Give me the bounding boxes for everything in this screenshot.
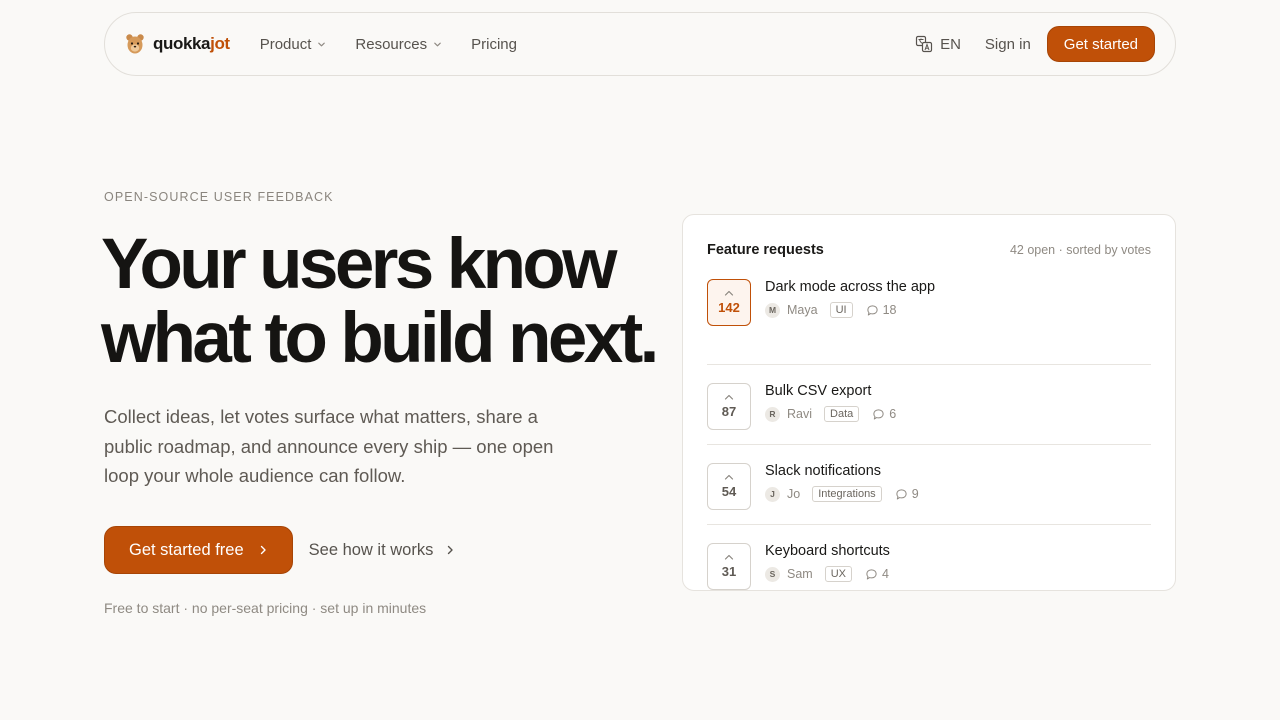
- avatar: J: [765, 486, 780, 502]
- request-title: Slack notifications: [765, 463, 882, 479]
- vote-count: 31: [721, 564, 737, 579]
- author-name: Maya: [787, 303, 818, 317]
- vote-count: 142: [718, 300, 740, 315]
- nav-item-resources[interactable]: Resources: [355, 36, 442, 53]
- comment-count-value: 6: [889, 407, 897, 421]
- request-body: Dark mode across the app M Maya UI 18: [765, 279, 935, 318]
- feature-requests-card: Feature requests 42 open · sorted by vot…: [682, 214, 1176, 591]
- language-switcher[interactable]: EN: [915, 35, 961, 53]
- request-title: Dark mode across the app: [765, 279, 936, 295]
- feature-request-item[interactable]: 87 Bulk CSV export R Ravi Data 6: [707, 365, 1151, 445]
- upvote-button[interactable]: 54: [707, 463, 751, 510]
- language-label: EN: [940, 35, 961, 53]
- get-started-free-button[interactable]: Get started free: [104, 526, 293, 574]
- translate-icon: [915, 35, 933, 53]
- author-name: Sam: [787, 567, 813, 581]
- feature-request-item[interactable]: 31 Keyboard shortcuts S Sam UX 4: [707, 525, 1151, 605]
- hero-subtitle: Collect ideas, let votes surface what ma…: [104, 406, 554, 486]
- headline-line-1: Your users know: [101, 225, 617, 304]
- category-tag: Integrations: [812, 486, 882, 502]
- vote-count: 87: [721, 404, 737, 419]
- request-meta: M Maya UI 18: [765, 302, 935, 318]
- hero-fine-print: Free to start · no per-seat pricing · se…: [104, 600, 427, 616]
- vote-count: 54: [721, 484, 737, 499]
- see-how-it-works-link[interactable]: See how it works: [309, 541, 456, 560]
- nav-item-product[interactable]: Product: [260, 36, 327, 53]
- request-body: Bulk CSV export R Ravi Data 6: [765, 383, 896, 422]
- comment-bubble-icon: [896, 488, 907, 499]
- hero-cta-row: Get started free See how it works: [104, 526, 455, 574]
- request-body: Keyboard shortcuts S Sam UX 4: [765, 543, 890, 582]
- link-label: See how it works: [308, 540, 434, 559]
- feature-request-item[interactable]: 142 Dark mode across the app M Maya UI 1…: [707, 279, 1151, 365]
- comment-count-value: 4: [881, 567, 889, 581]
- upvote-button[interactable]: 142: [707, 279, 751, 326]
- headline-line-2: what to build next.: [101, 299, 659, 378]
- nav-links: Product Resources Pricing: [260, 36, 517, 53]
- request-body: Slack notifications J Jo Integrations 9: [765, 463, 919, 502]
- get-started-button[interactable]: Get started: [1046, 26, 1155, 62]
- request-title: Keyboard shortcuts: [765, 543, 890, 559]
- chevron-down-icon: [318, 42, 326, 46]
- upvote-button[interactable]: 87: [707, 383, 751, 430]
- button-label: Get started free: [129, 540, 244, 559]
- card-header: Feature requests 42 open · sorted by vot…: [707, 215, 1151, 285]
- request-meta: J Jo Integrations 9: [765, 486, 919, 502]
- quokka-logo-icon: [126, 34, 144, 54]
- comment-count: 18: [866, 303, 897, 317]
- chevron-up-icon: [724, 554, 734, 560]
- category-tag: UI: [829, 302, 853, 318]
- category-tag: UX: [824, 566, 852, 582]
- nav-item-label: Pricing: [471, 35, 517, 53]
- author-name: Jo: [787, 487, 801, 501]
- comment-bubble-icon: [873, 408, 884, 419]
- chevron-up-icon: [724, 394, 734, 400]
- hero-headline: Your users know what to build next.: [101, 228, 681, 376]
- avatar: R: [765, 406, 780, 422]
- request-meta: R Ravi Data 6: [765, 406, 896, 422]
- hero-eyebrow: OPEN-SOURCE USER FEEDBACK: [104, 190, 334, 204]
- nav-item-label: Resources: [355, 35, 428, 53]
- chevron-right-icon: [448, 545, 454, 555]
- upvote-button[interactable]: 31: [707, 543, 751, 590]
- category-tag: Data: [824, 406, 860, 422]
- request-meta: S Sam UX 4: [765, 566, 890, 582]
- chevron-up-icon: [724, 290, 734, 296]
- logo[interactable]: quokkajot: [125, 33, 230, 55]
- comment-bubble-icon: [866, 304, 878, 315]
- comment-bubble-icon: [866, 568, 877, 579]
- comment-count: 6: [872, 407, 896, 421]
- comment-count: 9: [895, 487, 919, 501]
- comment-count-value: 9: [911, 487, 919, 501]
- nav-item-pricing[interactable]: Pricing: [471, 36, 517, 53]
- nav-actions: EN Sign in Get started: [915, 26, 1155, 62]
- chevron-up-icon: [724, 474, 734, 480]
- top-navbar: quokkajot Product Resources Pricing EN S…: [104, 12, 1176, 76]
- logo-wordmark-part2: jot: [210, 34, 230, 53]
- comment-count: 4: [865, 567, 889, 581]
- author-name: Ravi: [787, 407, 813, 421]
- avatar: M: [765, 302, 780, 318]
- card-title: Feature requests: [707, 242, 824, 258]
- comment-count-value: 18: [882, 303, 897, 317]
- avatar: S: [765, 566, 780, 582]
- nav-item-label: Product: [259, 35, 312, 53]
- card-meta: 42 open · sorted by votes: [1009, 243, 1151, 257]
- logo-wordmark: quokkajot: [153, 34, 230, 54]
- feature-request-item[interactable]: 54 Slack notifications J Jo Integrations…: [707, 445, 1151, 525]
- chevron-down-icon: [434, 42, 441, 46]
- request-title: Bulk CSV export: [765, 383, 872, 399]
- logo-wordmark-part1: quokka: [153, 34, 211, 53]
- chevron-right-icon: [260, 545, 266, 555]
- signin-link[interactable]: Sign in: [985, 36, 1031, 53]
